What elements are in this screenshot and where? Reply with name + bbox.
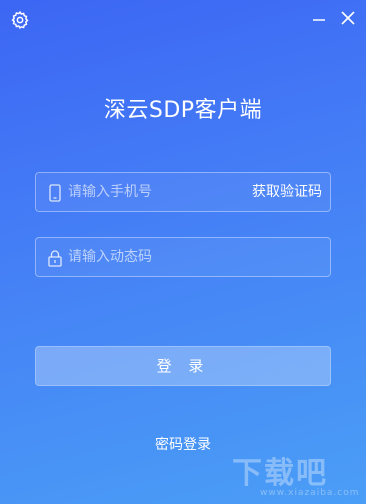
watermark-logo: 下载吧 www.xiazaiba.com bbox=[232, 446, 362, 502]
minimize-icon[interactable] bbox=[310, 10, 328, 28]
code-field[interactable] bbox=[35, 237, 331, 277]
login-button[interactable]: 登 录 bbox=[35, 346, 331, 386]
get-code-button[interactable]: 获取验证码 bbox=[252, 173, 322, 211]
phone-input[interactable] bbox=[68, 173, 238, 211]
watermark-subtext: www.xiazaiba.com bbox=[260, 488, 360, 498]
app-title: 深云SDP客户端 bbox=[103, 98, 263, 123]
login-window: 深云SDP客户端 获取验证码 登 录 密码登录 下载吧 www.xiazaiba… bbox=[0, 0, 366, 504]
watermark-text: 下载吧 bbox=[232, 456, 328, 491]
close-icon[interactable] bbox=[338, 8, 358, 28]
code-input[interactable] bbox=[68, 238, 318, 276]
lock-icon bbox=[46, 248, 64, 268]
phone-field[interactable]: 获取验证码 bbox=[35, 172, 331, 212]
phone-icon bbox=[46, 183, 64, 203]
settings-icon[interactable] bbox=[9, 9, 31, 31]
